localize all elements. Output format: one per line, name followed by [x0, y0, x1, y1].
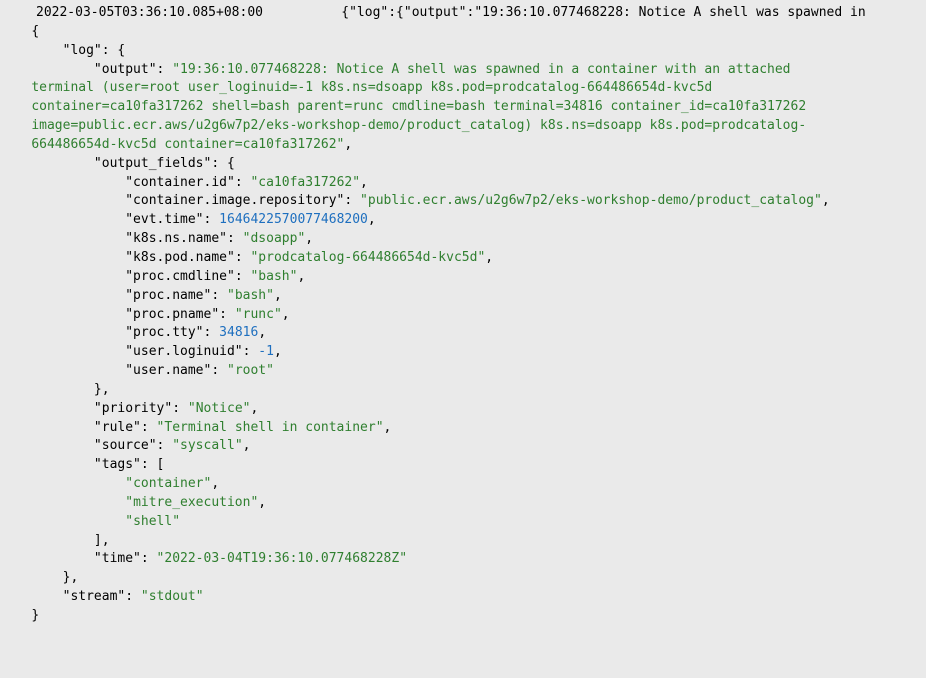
json-value: "public.ecr.aws/u2g6w7p2/eks-workshop-de… [360, 193, 822, 208]
json-key: "proc.tty" [125, 325, 203, 340]
json-key: "output_fields" [94, 156, 211, 171]
json-value: 1646422570077468200 [219, 212, 368, 227]
json-value: "mitre_execution" [125, 495, 258, 510]
json-value: "ca10fa317262" [250, 175, 360, 190]
log-raw-preview: {"log":{"output":"19:36:10.077468228: No… [341, 5, 873, 20]
json-value: -1 [258, 344, 274, 359]
json-value: "stdout" [141, 589, 204, 604]
json-value: "Notice" [188, 401, 251, 416]
json-key: "proc.pname" [125, 307, 219, 322]
json-key: "container.id" [125, 175, 235, 190]
json-value: "dsoapp" [243, 231, 306, 246]
json-key: "output" [94, 62, 157, 77]
json-key: "proc.cmdline" [125, 269, 235, 284]
json-brace-open: { [31, 24, 39, 39]
log-output: 2022-03-05T03:36:10.085+08:00 {"log":{"o… [0, 0, 926, 626]
json-brace-close: } [31, 608, 39, 623]
json-key: "proc.name" [125, 288, 211, 303]
log-timestamp: 2022-03-05T03:36:10.085+08:00 [36, 5, 263, 20]
json-key: "k8s.pod.name" [125, 250, 235, 265]
json-value: "root" [227, 363, 274, 378]
json-key: "evt.time" [125, 212, 203, 227]
json-key: "rule" [94, 420, 141, 435]
json-value: 34816 [219, 325, 258, 340]
json-value: "bash" [250, 269, 297, 284]
json-value: "syscall" [172, 438, 242, 453]
json-value: "container" [125, 476, 211, 491]
json-value: "runc" [235, 307, 282, 322]
json-key: "user.loginuid" [125, 344, 242, 359]
json-key: "tags" [94, 457, 141, 472]
json-key: "stream" [63, 589, 126, 604]
json-key: "source" [94, 438, 157, 453]
json-key: "priority" [94, 401, 172, 416]
json-value: "bash" [227, 288, 274, 303]
json-key: "k8s.ns.name" [125, 231, 227, 246]
json-value-output-l5: 664486654d-kvc5d container=ca10fa317262" [0, 137, 344, 152]
log-header-line: 2022-03-05T03:36:10.085+08:00 {"log":{"o… [0, 5, 873, 20]
json-value: "2022-03-04T19:36:10.077468228Z" [157, 551, 407, 566]
json-key: "container.image.repository" [125, 193, 344, 208]
json-value-output-l3: container=ca10fa317262 shell=bash parent… [0, 99, 814, 114]
json-value-output-l2: terminal (user=root user_loginuid=-1 k8s… [0, 80, 720, 95]
json-key: "user.name" [125, 363, 211, 378]
json-key: "log" [63, 43, 102, 58]
json-value: "prodcatalog-664486654d-kvc5d" [250, 250, 485, 265]
json-value-output-l4: image=public.ecr.aws/u2g6w7p2/eks-worksh… [0, 118, 806, 133]
json-value: "Terminal shell in container" [157, 420, 384, 435]
json-value: "shell" [125, 514, 180, 529]
json-key: "time" [94, 551, 141, 566]
json-value-output-l1: "19:36:10.077468228: Notice A shell was … [172, 62, 798, 77]
